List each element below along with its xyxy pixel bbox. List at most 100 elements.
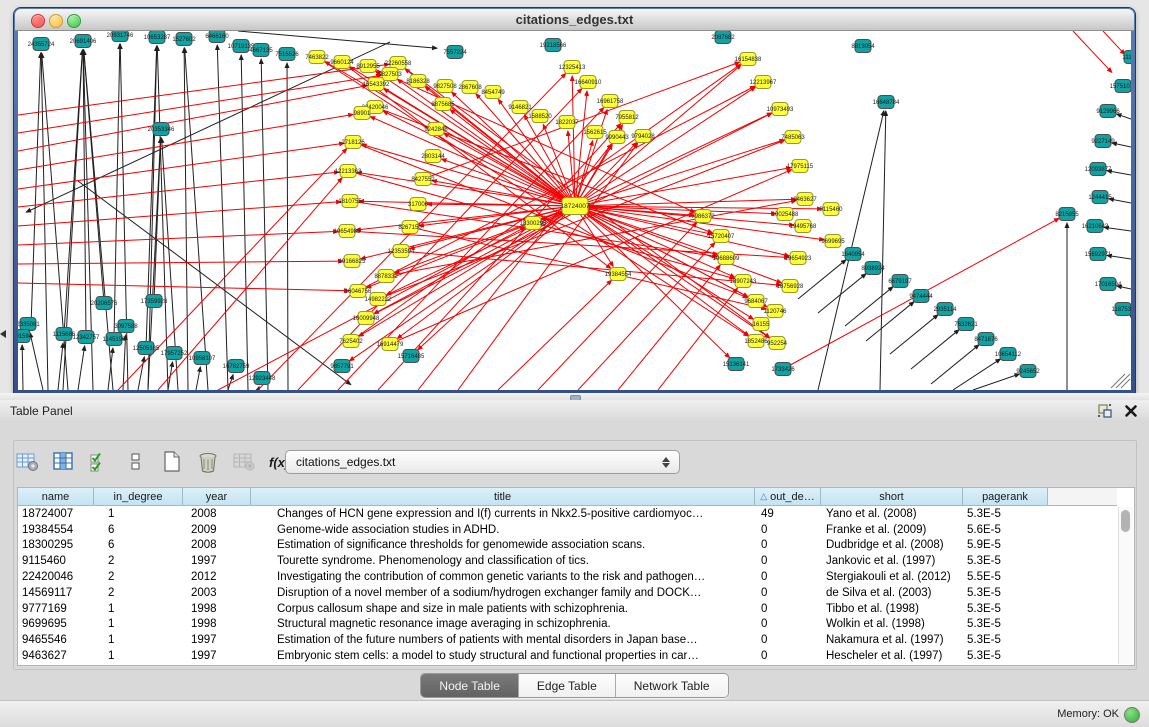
tab-edge-table[interactable]: Edge Table	[519, 674, 616, 697]
column-header-year[interactable]: year	[183, 488, 251, 506]
network-node-label: 6679197	[888, 279, 912, 285]
network-edge	[30, 333, 43, 390]
table-row[interactable]: 946362711997Embryonic stem cells: a mode…	[18, 648, 1048, 664]
table-select-dropdown[interactable]: citations_edges.txt	[285, 450, 680, 474]
table-cell: 5.6E-5	[963, 524, 1048, 536]
resize-grip-icon[interactable]	[1121, 379, 1130, 388]
table-row[interactable]: 1872400712008Changes of HCN gene express…	[18, 506, 1048, 522]
network-node-label: 8186328	[406, 79, 430, 85]
table-columns-icon[interactable]	[51, 450, 77, 474]
network-canvas[interactable]: 2435572420691406209317461065328715276026…	[18, 31, 1131, 390]
network-node-label: 7625402	[339, 339, 363, 345]
network-node-label: 22260558	[385, 61, 412, 67]
network-node-label: 17975115	[787, 164, 814, 170]
status-bar: Memory: OK	[0, 700, 1149, 727]
table-cell: 1997	[183, 555, 251, 567]
table-row[interactable]: 1938455462009Genome-wide association stu…	[18, 522, 1048, 538]
network-node-label: 1640954	[841, 252, 865, 258]
zoom-traffic-light[interactable]	[67, 14, 81, 28]
panel-splitter[interactable]	[0, 393, 1149, 400]
trash-icon[interactable]	[195, 450, 221, 474]
network-node-label: 1810755	[338, 199, 362, 205]
table-cell: Dudbridge et al. (2008)	[821, 539, 963, 551]
table-cell: 5.3E-5	[963, 587, 1048, 599]
network-node-label: 9699695	[821, 239, 845, 245]
table-cell: 9465546	[18, 634, 94, 646]
table-header-row: namein_degreeyeartitle△out_de…shortpager…	[18, 488, 1117, 506]
table-scrollbar[interactable]	[1118, 507, 1133, 664]
network-edge	[41, 53, 48, 390]
close-traffic-light[interactable]	[31, 14, 45, 28]
scrollbar-thumb[interactable]	[1121, 510, 1130, 532]
tab-network-table[interactable]: Network Table	[616, 674, 728, 697]
network-edge	[18, 261, 343, 264]
checkboxes-icon[interactable]	[87, 450, 113, 474]
network-edge	[1103, 31, 1125, 54]
table-cell: Tourette syndrome. Phenomenology and cla…	[251, 555, 755, 567]
network-window: citations_edges.txt 24355724206914062093…	[14, 8, 1135, 393]
network-edge	[31, 53, 41, 326]
table-cell: 1998	[183, 618, 251, 630]
table-cell: Yano et al. (2008)	[821, 508, 963, 520]
network-node-label: 14982222	[365, 297, 392, 303]
table-cell: Wolkin et al. (1998)	[821, 618, 963, 630]
float-window-icon[interactable]	[1097, 403, 1113, 419]
network-node-label: 16210643	[1082, 224, 1109, 230]
table-cell: 0	[755, 539, 821, 551]
collapsed-panel-arrow-icon[interactable]	[0, 330, 6, 338]
table-row[interactable]: 911546021997Tourette syndrome. Phenomeno…	[18, 553, 1048, 569]
rows-icon[interactable]	[123, 450, 149, 474]
table-row[interactable]: 969969511998Structural magnetic resonanc…	[18, 617, 1048, 633]
table-gear-icon[interactable]	[15, 450, 41, 474]
close-icon[interactable]	[1123, 403, 1139, 419]
network-edge	[18, 64, 389, 115]
table-cell: Changes of HCN gene expression and I(f) …	[251, 508, 755, 520]
table-cell: Nakamura et al. (1997)	[821, 634, 963, 646]
column-header-short[interactable]: short	[821, 488, 963, 506]
network-node-label: 15692971	[1085, 252, 1112, 258]
table-row[interactable]: 977716911998Corpus callosum shape and si…	[18, 601, 1048, 617]
network-node-label: 15751074	[1110, 84, 1131, 90]
network-edge	[575, 113, 772, 206]
delete-table-icon[interactable]	[231, 450, 257, 474]
memory-indicator-icon[interactable]	[1124, 707, 1140, 723]
network-graph[interactable]: 2435572420691406209317461065328715276026…	[18, 31, 1131, 390]
network-edge	[618, 265, 720, 390]
table-row[interactable]: 1830029562008Estimation of significance …	[18, 538, 1048, 554]
table-cell: 1997	[183, 634, 251, 646]
window-title-bar[interactable]: citations_edges.txt	[15, 9, 1134, 31]
table-cell: Investigating the contribution of common…	[251, 571, 755, 583]
network-node-label: 9463627	[793, 197, 817, 203]
column-header-indegree[interactable]: in_degree	[94, 488, 183, 506]
network-node-label: 9684067	[744, 299, 768, 305]
network-node-label: 12325413	[559, 65, 586, 71]
table-row[interactable]: 946554611997Estimation of the future num…	[18, 632, 1048, 648]
table-panel-header: Table Panel	[0, 400, 1149, 423]
table-cell: Stergiakouli et al. (2012)	[821, 571, 963, 583]
minimize-traffic-light[interactable]	[49, 14, 63, 28]
table-cell: Hescheler et al. (1997)	[821, 650, 963, 662]
table-panel-body: f(x) citations_edges.txt namein_degreeye…	[0, 422, 1149, 700]
network-node-label: 391594	[18, 334, 33, 340]
table-cell: 6	[94, 539, 183, 551]
tab-node-table[interactable]: Node Table	[421, 674, 519, 697]
table-cell: 9115460	[18, 555, 94, 567]
table-row[interactable]: 1456911722003Disruption of a novel membe…	[18, 585, 1048, 601]
network-node-label: 2803144	[421, 154, 445, 160]
dropdown-arrows-icon	[657, 457, 679, 468]
network-node-label: 8215955	[1055, 212, 1079, 218]
column-header-title[interactable]: title	[251, 488, 755, 506]
column-header-pagerank[interactable]: pagerank	[963, 488, 1048, 506]
network-node-label: 952254	[767, 341, 788, 347]
table-cell: Disruption of a novel member of a sodium…	[251, 587, 755, 599]
sort-ascending-icon: △	[760, 491, 767, 502]
table-row[interactable]: 2242004622012Investigating the contribut…	[18, 569, 1048, 585]
table-cell: Embryonic stem cells: a model to study s…	[251, 650, 755, 662]
column-header-name[interactable]: name	[18, 488, 94, 506]
network-node-label: 12213967	[750, 80, 777, 86]
network-edge	[18, 283, 349, 291]
column-header-outde[interactable]: △out_de…	[755, 488, 821, 506]
new-document-icon[interactable]	[159, 450, 185, 474]
network-node-label: 18907243	[730, 279, 757, 285]
network-node-label: 7515526	[275, 52, 299, 58]
